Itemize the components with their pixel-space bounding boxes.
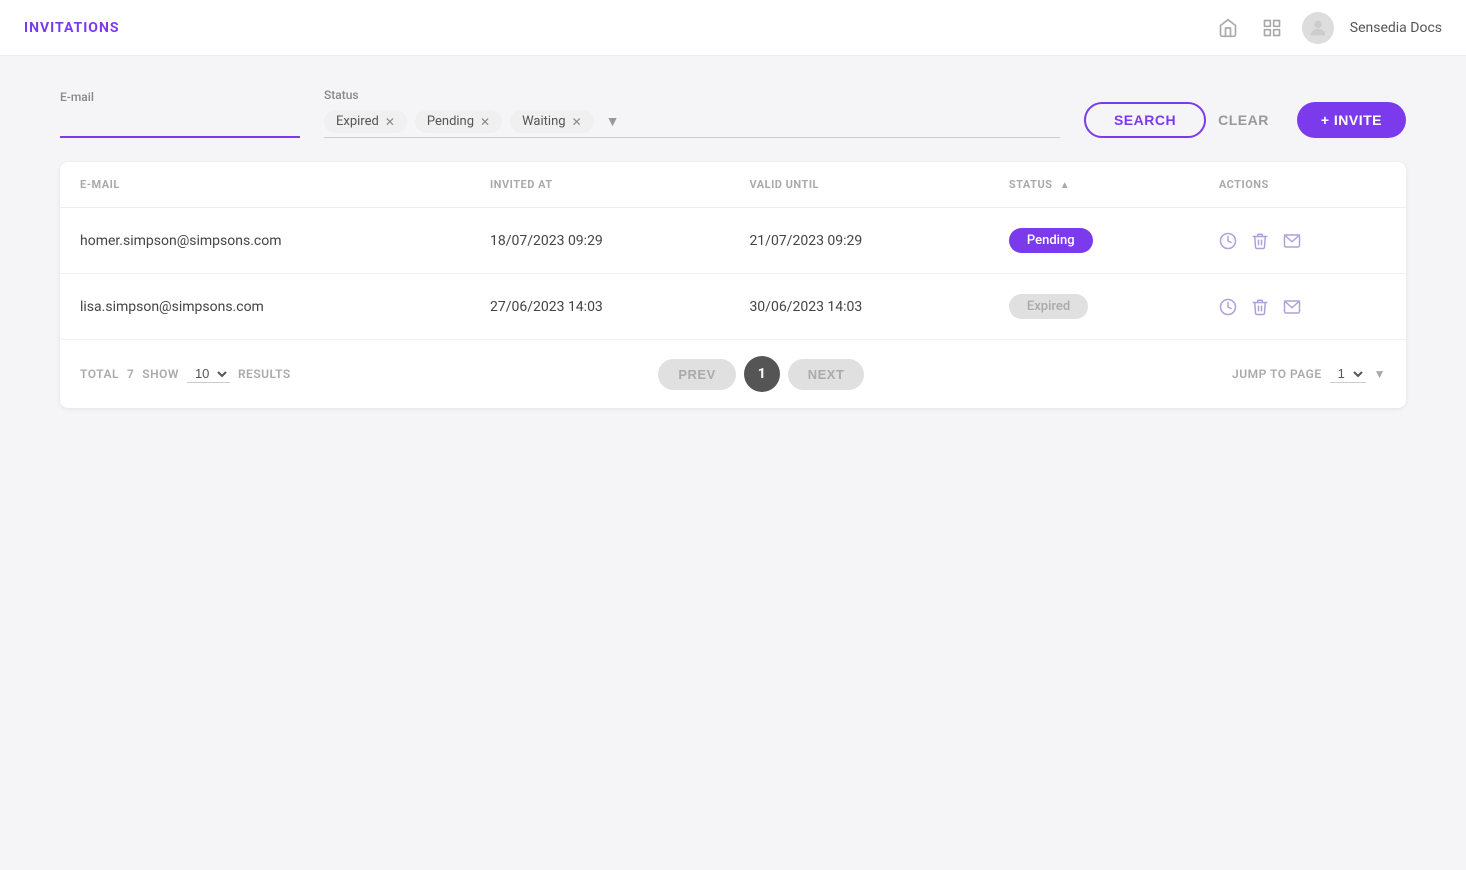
filter-bar: E-mail Status Expired ✕ Pending ✕ Waitin…	[60, 88, 1406, 138]
table-row: lisa.simpson@simpsons.com 27/06/2023 14:…	[60, 274, 1406, 340]
pagination-controls: PREV 1 NEXT	[658, 356, 864, 392]
row1-actions	[1199, 208, 1406, 274]
status-label: Status	[324, 88, 1060, 102]
main-content: E-mail Status Expired ✕ Pending ✕ Waitin…	[0, 56, 1466, 440]
total-label: TOTAL	[80, 367, 119, 381]
jump-to-page: JUMP TO PAGE 1 ▼	[1232, 365, 1386, 383]
show-select[interactable]: 10 20 50	[187, 365, 230, 383]
table-card: E-MAIL INVITED AT VALID UNTIL STATUS ▲ A…	[60, 162, 1406, 408]
col-email: E-MAIL	[60, 162, 470, 208]
avatar[interactable]	[1302, 12, 1334, 44]
col-valid-until: VALID UNTIL	[729, 162, 988, 208]
row1-email-icon[interactable]	[1283, 232, 1301, 250]
tag-waiting-remove[interactable]: ✕	[572, 115, 582, 129]
row2-status: Expired	[989, 274, 1199, 340]
status-tags-wrapper: Expired ✕ Pending ✕ Waiting ✕ ▼	[324, 106, 1060, 138]
tag-waiting: Waiting ✕	[510, 110, 594, 133]
table-header: E-MAIL INVITED AT VALID UNTIL STATUS ▲ A…	[60, 162, 1406, 208]
row1-delete-icon[interactable]	[1251, 232, 1269, 250]
row1-invited-at: 18/07/2023 09:29	[470, 208, 729, 274]
row2-email-icon[interactable]	[1283, 298, 1301, 316]
user-name: Sensedia Docs	[1350, 20, 1442, 36]
email-input[interactable]	[60, 108, 300, 138]
app-title: INVITATIONS	[24, 20, 119, 36]
results-label: RESULTS	[238, 367, 291, 381]
tag-pending-remove[interactable]: ✕	[480, 115, 490, 129]
row2-email: lisa.simpson@simpsons.com	[60, 274, 470, 340]
top-navigation: INVITATIONS Sensedia Docs	[0, 0, 1466, 56]
col-status[interactable]: STATUS ▲	[989, 162, 1199, 208]
table-body: homer.simpson@simpsons.com 18/07/2023 09…	[60, 208, 1406, 340]
row2-clock-icon[interactable]	[1219, 298, 1237, 316]
status-sort-icon: ▲	[1060, 180, 1070, 191]
row2-invited-at: 27/06/2023 14:03	[470, 274, 729, 340]
tag-waiting-label: Waiting	[522, 114, 565, 129]
jump-chevron-icon: ▼	[1374, 367, 1386, 381]
search-button[interactable]: SEARCH	[1084, 102, 1206, 138]
total-value: 7	[127, 367, 134, 381]
nav-left: INVITATIONS	[24, 20, 119, 36]
invitations-table: E-MAIL INVITED AT VALID UNTIL STATUS ▲ A…	[60, 162, 1406, 339]
pagination-bar: TOTAL 7 SHOW 10 20 50 RESULTS PREV 1 NEX…	[60, 339, 1406, 408]
row2-valid-until: 30/06/2023 14:03	[729, 274, 988, 340]
tag-pending: Pending ✕	[415, 110, 502, 133]
next-button[interactable]: NEXT	[788, 359, 865, 390]
nav-right: Sensedia Docs	[1214, 12, 1442, 44]
email-label: E-mail	[60, 90, 300, 104]
jump-label: JUMP TO PAGE	[1232, 367, 1322, 381]
row2-delete-icon[interactable]	[1251, 298, 1269, 316]
row1-actions-cell	[1219, 232, 1386, 250]
show-label: SHOW	[142, 367, 179, 381]
status-badge-pending: Pending	[1009, 228, 1093, 253]
row2-actions-cell	[1219, 298, 1386, 316]
status-filter-group: Status Expired ✕ Pending ✕ Waiting ✕ ▼	[324, 88, 1060, 138]
row1-valid-until: 21/07/2023 09:29	[729, 208, 988, 274]
col-invited-at: INVITED AT	[470, 162, 729, 208]
tag-expired: Expired ✕	[324, 110, 407, 133]
row2-actions	[1199, 274, 1406, 340]
jump-select[interactable]: 1	[1330, 365, 1366, 383]
filter-actions: SEARCH CLEAR	[1084, 102, 1273, 138]
status-dropdown-arrow[interactable]: ▼	[606, 113, 620, 130]
tag-expired-label: Expired	[336, 114, 379, 129]
table-row: homer.simpson@simpsons.com 18/07/2023 09…	[60, 208, 1406, 274]
row1-status: Pending	[989, 208, 1199, 274]
current-page[interactable]: 1	[744, 356, 780, 392]
clear-button[interactable]: CLEAR	[1214, 104, 1273, 136]
col-actions: ACTIONS	[1199, 162, 1406, 208]
row1-clock-icon[interactable]	[1219, 232, 1237, 250]
email-filter-group: E-mail	[60, 90, 300, 138]
tag-pending-label: Pending	[427, 114, 474, 129]
invite-button[interactable]: + INVITE	[1297, 102, 1406, 138]
tag-expired-remove[interactable]: ✕	[385, 115, 395, 129]
prev-button[interactable]: PREV	[658, 359, 735, 390]
row1-email: homer.simpson@simpsons.com	[60, 208, 470, 274]
grid-icon[interactable]	[1258, 14, 1286, 42]
home-icon[interactable]	[1214, 14, 1242, 42]
status-badge-expired: Expired	[1009, 294, 1088, 319]
pagination-info: TOTAL 7 SHOW 10 20 50 RESULTS	[80, 365, 291, 383]
